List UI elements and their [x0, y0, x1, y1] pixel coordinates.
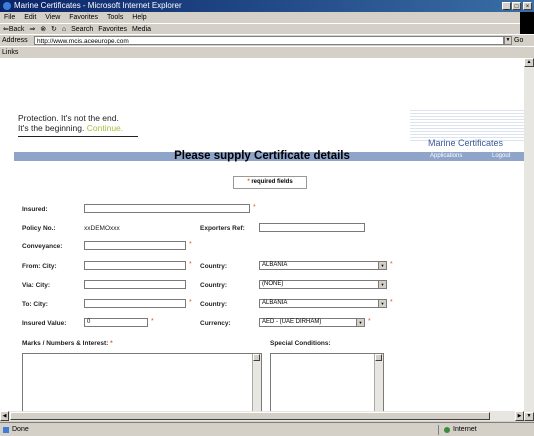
menu-edit[interactable]: Edit — [24, 14, 36, 21]
insured-value-label: Insured Value: — [22, 320, 67, 327]
chevron-down-icon: ▼ — [378, 281, 386, 288]
title-bar: Marine Certificates - Microsoft Internet… — [0, 0, 534, 12]
currency-select[interactable]: AED - (UAE DIRHAM) ▼ — [259, 318, 365, 327]
tagline-line-1: Protection. It's not the end. — [18, 113, 119, 123]
conveyance-label: Conveyance: — [22, 243, 63, 250]
required-fields-note: * required fields — [233, 176, 307, 189]
marks-label-text: Marks / Numbers & Interest: — [22, 340, 109, 347]
to-country-value: ALBANIA — [262, 300, 288, 306]
internet-zone-icon — [444, 427, 450, 433]
to-city-required-star: * — [189, 299, 192, 306]
menu-help[interactable]: Help — [132, 14, 146, 21]
media-button[interactable]: Media — [132, 26, 151, 33]
close-button[interactable]: × — [523, 2, 532, 10]
brand-title: Marine Certificates — [428, 138, 504, 148]
vertical-scrollbar[interactable]: ▲ ▼ — [524, 58, 534, 421]
page-viewport: Protection. It's not the end. It's the b… — [0, 58, 524, 421]
required-fields-text: required fields — [251, 179, 293, 185]
scroll-right-icon[interactable]: ▶ — [515, 411, 524, 421]
required-star: * — [247, 179, 250, 185]
menu-view[interactable]: View — [45, 14, 60, 21]
exporters-ref-label: Exporters Ref: — [200, 225, 245, 232]
insured-input[interactable] — [84, 204, 250, 213]
tagline-continue: Continue. — [86, 123, 124, 133]
from-country-required-star: * — [390, 261, 393, 268]
scroll-down-icon[interactable]: ▼ — [524, 412, 534, 421]
policy-value: xxDEMOxxx — [84, 225, 120, 232]
menu-bar: File Edit View Favorites Tools Help — [0, 12, 534, 23]
maximize-button[interactable]: □ — [512, 2, 521, 10]
search-button[interactable]: Search — [71, 26, 93, 33]
address-dropdown-icon[interactable]: ▼ — [504, 36, 512, 45]
horizontal-scroll-thumb[interactable] — [10, 412, 490, 420]
insured-required-star: * — [253, 204, 256, 211]
from-city-required-star: * — [189, 261, 192, 268]
chevron-down-icon: ▼ — [378, 262, 386, 269]
insured-label: Insured: — [22, 206, 48, 213]
refresh-icon[interactable]: ↻ — [51, 26, 57, 33]
scroll-up-icon[interactable]: ▲ — [524, 58, 534, 67]
scroll-up-icon[interactable] — [375, 354, 382, 361]
policy-label: Policy No.: — [22, 225, 56, 232]
status-divider — [438, 425, 439, 435]
insured-value-required-star: * — [151, 318, 154, 325]
links-bar: Links — [0, 46, 534, 58]
via-country-value: (NONE) — [262, 281, 284, 287]
forward-button[interactable]: ⇒ — [29, 26, 35, 33]
status-text: Done — [12, 426, 29, 433]
via-city-input[interactable] — [84, 280, 186, 289]
from-country-select[interactable]: ALBANIA ▼ — [259, 261, 387, 270]
special-conditions-label: Special Conditions: — [270, 340, 331, 347]
chevron-down-icon: ▼ — [356, 319, 364, 326]
favorites-button[interactable]: Favorites — [98, 26, 127, 33]
to-city-input[interactable] — [84, 299, 186, 308]
page-title: Please supply Certificate details — [174, 150, 350, 162]
from-city-input[interactable] — [84, 261, 186, 270]
tagline-line-2: It's the beginning. Continue. — [18, 123, 123, 133]
via-country-label: Country: — [200, 282, 228, 289]
minimize-button[interactable]: _ — [502, 2, 511, 10]
via-city-label: Via: City: — [22, 282, 51, 289]
currency-value: AED - (UAE DIRHAM) — [262, 319, 322, 325]
to-country-label: Country: — [200, 301, 228, 308]
window-title: Marine Certificates - Microsoft Internet… — [14, 1, 182, 10]
marks-required-star: * — [110, 340, 113, 347]
page-done-icon — [3, 427, 9, 433]
home-icon[interactable]: ⌂ — [62, 26, 66, 33]
currency-label: Currency: — [200, 320, 231, 327]
conveyance-input[interactable] — [84, 241, 186, 250]
menu-tools[interactable]: Tools — [107, 14, 123, 21]
chevron-down-icon: ▼ — [378, 300, 386, 307]
ie-logo-icon — [3, 2, 11, 10]
tagline-underline — [18, 136, 138, 137]
from-country-label: Country: — [200, 263, 228, 270]
status-bar: Done Internet — [0, 422, 534, 436]
conveyance-required-star: * — [189, 241, 192, 248]
back-button[interactable]: ⇐Back — [3, 26, 24, 33]
to-country-required-star: * — [390, 299, 393, 306]
via-country-select[interactable]: (NONE) ▼ — [259, 280, 387, 289]
tagline-beginning: It's the beginning. — [18, 123, 85, 133]
currency-required-star: * — [368, 318, 371, 325]
scroll-left-icon[interactable]: ◀ — [0, 411, 9, 421]
marks-label: Marks / Numbers & Interest: * — [22, 340, 113, 347]
stop-icon[interactable]: ⊗ — [40, 26, 46, 33]
from-country-value: ALBANIA — [262, 262, 288, 268]
horizontal-scrollbar[interactable]: ◀ ▶ — [0, 411, 524, 421]
windows-logo-icon — [520, 12, 534, 34]
address-input[interactable]: http://www.mcis.aceeurope.com — [34, 36, 504, 45]
to-city-label: To: City: — [22, 301, 48, 308]
insured-value-input[interactable]: 0 — [84, 318, 148, 327]
browser-window: Marine Certificates - Microsoft Internet… — [0, 0, 534, 436]
scroll-up-icon[interactable] — [253, 354, 260, 361]
from-city-label: From: City: — [22, 263, 57, 270]
security-zone-text: Internet — [453, 426, 477, 433]
menu-favorites[interactable]: Favorites — [69, 14, 98, 21]
exporters-ref-input[interactable] — [259, 223, 365, 232]
to-country-select[interactable]: ALBANIA ▼ — [259, 299, 387, 308]
links-label[interactable]: Links — [2, 49, 18, 56]
menu-file[interactable]: File — [4, 14, 15, 21]
